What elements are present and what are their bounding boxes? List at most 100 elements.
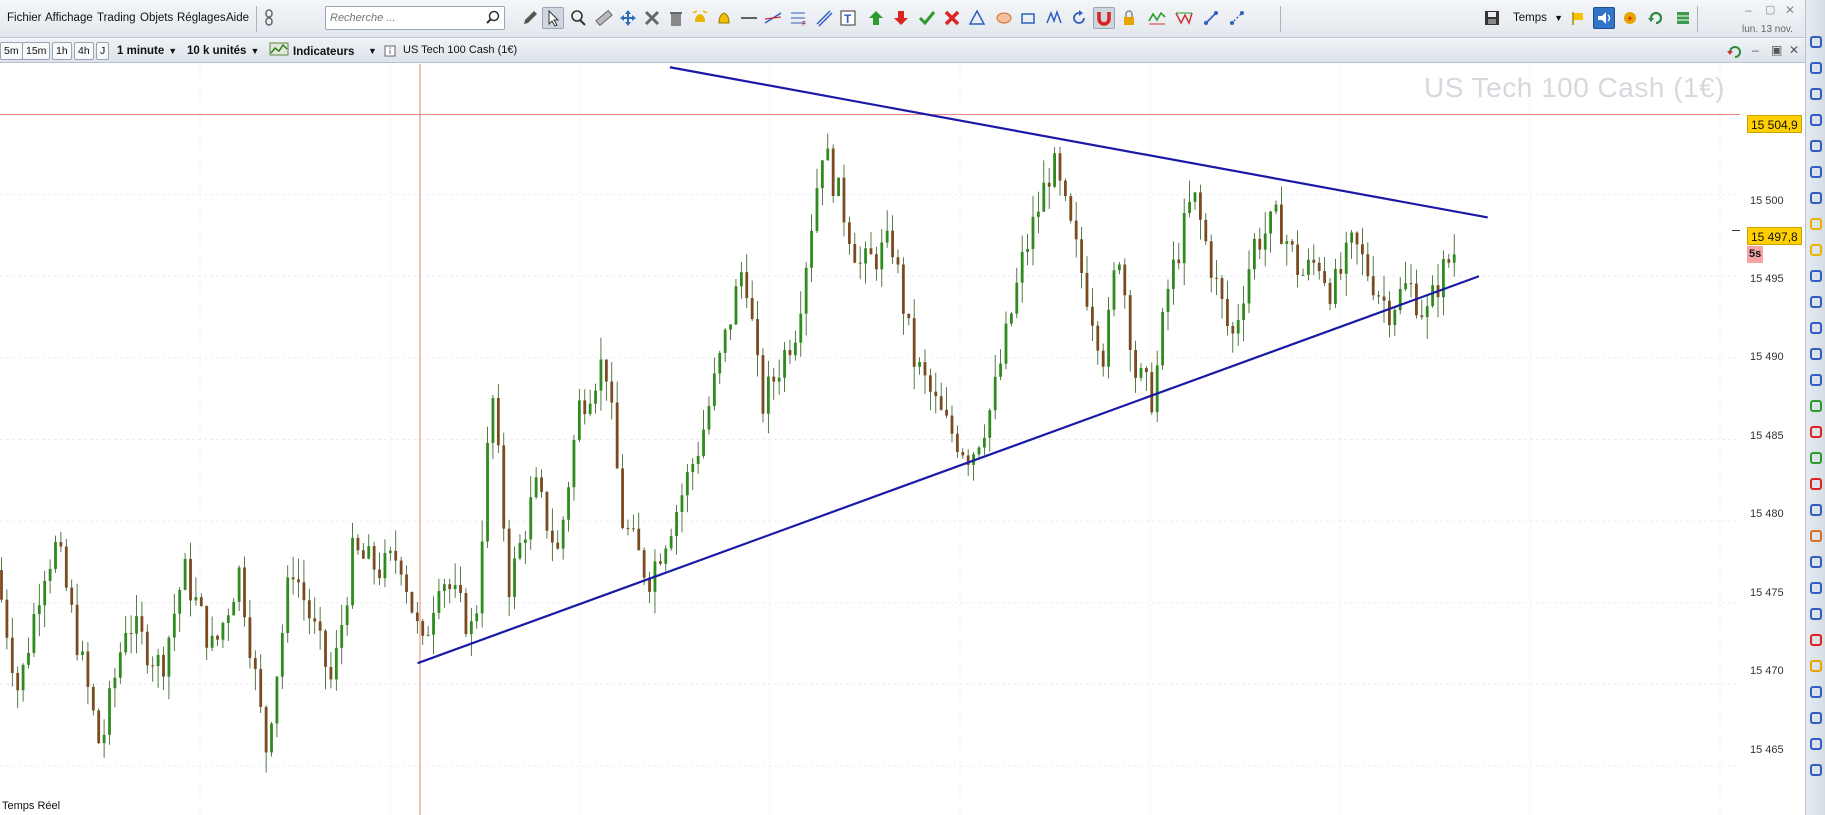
save-icon[interactable]	[1481, 7, 1503, 29]
channel-icon[interactable]	[813, 7, 835, 29]
ruler-icon[interactable]	[593, 7, 615, 29]
candle-body	[1182, 213, 1186, 264]
chart-area[interactable]: US Tech 100 Cash (1€) Temps Réel	[0, 64, 1805, 815]
restore-icon[interactable]: ▢	[1765, 3, 1775, 16]
menu-trading[interactable]: Trading	[97, 12, 136, 24]
close-chart-icon[interactable]: ✕	[1789, 43, 1799, 57]
ellipse-icon[interactable]	[993, 7, 1015, 29]
lock-icon[interactable]	[1118, 7, 1140, 29]
tools-icon[interactable]	[1807, 163, 1825, 181]
menu-objets[interactable]: Objets	[140, 12, 173, 24]
triangle-icon[interactable]	[1807, 501, 1825, 519]
text-icon[interactable]	[1807, 371, 1825, 389]
triangle-icon[interactable]	[966, 7, 988, 29]
channel-icon[interactable]	[1807, 345, 1825, 363]
search-box[interactable]	[325, 6, 505, 30]
rectangle-icon[interactable]	[1017, 7, 1039, 29]
zigzag-icon[interactable]	[1807, 709, 1825, 727]
candle-body	[313, 618, 317, 622]
text-icon[interactable]: T	[837, 7, 859, 29]
restore-chart-icon[interactable]: ▣	[1771, 43, 1782, 57]
search-input[interactable]	[330, 8, 480, 28]
cross-icon[interactable]	[941, 7, 963, 29]
dotted-link-icon[interactable]	[1807, 761, 1825, 779]
buy-arrow-icon[interactable]	[865, 7, 887, 29]
sound-icon[interactable]	[1593, 7, 1615, 29]
trend-line-icon[interactable]	[1807, 293, 1825, 311]
menu-fichier[interactable]: Fichier	[7, 12, 42, 24]
link-icon[interactable]	[1807, 735, 1825, 753]
chevron-down-icon[interactable]: ▼	[364, 42, 377, 60]
menu-reglages[interactable]: Réglages	[177, 12, 226, 24]
trend-line-icon[interactable]	[762, 7, 784, 29]
cursor-icon[interactable]	[542, 7, 564, 29]
pencil-icon[interactable]	[1807, 33, 1825, 51]
menu-aide[interactable]: Aide	[226, 12, 249, 24]
cross-icon[interactable]	[1807, 475, 1825, 493]
tools-icon[interactable]	[641, 7, 663, 29]
close-icon[interactable]: ✕	[1785, 3, 1795, 17]
search-icon[interactable]	[486, 10, 500, 27]
alert-manager-icon[interactable]	[689, 7, 711, 29]
bell-icon[interactable]	[1807, 241, 1825, 259]
lock-icon[interactable]	[1807, 657, 1825, 675]
fibonacci-icon[interactable]	[1807, 319, 1825, 337]
trash-icon[interactable]	[1807, 189, 1825, 207]
price-axis[interactable]: 15 500 15 495 15 490 15 485 15 480 15 47…	[1740, 64, 1805, 815]
sell-arrow-icon[interactable]	[1807, 423, 1825, 441]
minimize-icon[interactable]: –	[1745, 3, 1752, 17]
menu-affichage[interactable]: Affichage	[45, 12, 93, 24]
price-chart[interactable]	[0, 64, 1740, 815]
reset-icon[interactable]	[1068, 7, 1090, 29]
wave-icon[interactable]	[1146, 7, 1168, 29]
horizontal-line-icon[interactable]	[738, 7, 760, 29]
ruler-icon[interactable]	[1807, 111, 1825, 129]
move-icon[interactable]	[617, 7, 639, 29]
buy-arrow-icon[interactable]	[1807, 397, 1825, 415]
timeframe-4h[interactable]: 4h	[74, 42, 94, 60]
interval-dropdown[interactable]: 1 minute ▼	[117, 42, 177, 60]
check-icon[interactable]	[1807, 449, 1825, 467]
magnet-icon[interactable]	[1093, 7, 1115, 29]
wave-icon[interactable]	[1807, 683, 1825, 701]
dotted-link-icon[interactable]	[1226, 7, 1248, 29]
pencil-icon[interactable]	[519, 7, 541, 29]
reset-icon[interactable]	[1807, 605, 1825, 623]
instrument-info-icon[interactable]	[384, 45, 396, 60]
rectangle-icon[interactable]	[1807, 553, 1825, 571]
refresh-icon[interactable]	[1645, 7, 1667, 29]
timeframe-15m[interactable]: 15m	[22, 42, 51, 60]
alert-manager-icon[interactable]	[1807, 215, 1825, 233]
flag-icon[interactable]	[1567, 7, 1589, 29]
grid-icon[interactable]	[1672, 7, 1694, 29]
horizontal-line-icon[interactable]	[1807, 267, 1825, 285]
move-icon[interactable]	[1807, 137, 1825, 155]
sell-arrow-icon[interactable]	[890, 7, 912, 29]
timeframe-1h[interactable]: 1h	[52, 42, 72, 60]
zoom-icon[interactable]	[567, 7, 589, 29]
timeframe-5m[interactable]: 5m	[0, 42, 23, 60]
zoom-icon[interactable]	[1807, 85, 1825, 103]
refresh-chart-icon[interactable]	[1727, 43, 1745, 62]
check-icon[interactable]	[916, 7, 938, 29]
units-dropdown[interactable]: 10 k unités ▼	[187, 42, 259, 60]
candle-body	[556, 542, 560, 549]
fibonacci-icon[interactable]: F	[788, 7, 810, 29]
candle-body	[372, 546, 376, 570]
pattern-icon[interactable]	[1807, 579, 1825, 597]
magnet-icon[interactable]	[1807, 631, 1825, 649]
indicators-button[interactable]: Indicateurs	[269, 42, 354, 60]
zigzag-icon[interactable]	[1173, 7, 1195, 29]
bell-icon[interactable]	[713, 7, 735, 29]
minimize-chart-icon[interactable]: –	[1752, 43, 1759, 57]
trash-icon[interactable]	[665, 7, 687, 29]
candle-body	[950, 415, 954, 434]
link-chain-icon[interactable]	[263, 7, 275, 29]
add-alert-icon[interactable]: +	[1619, 7, 1641, 29]
link-icon[interactable]	[1200, 7, 1222, 29]
time-dropdown[interactable]: Temps ▼	[1513, 12, 1563, 24]
pattern-icon[interactable]	[1043, 7, 1065, 29]
ellipse-icon[interactable]	[1807, 527, 1825, 545]
cursor-icon[interactable]	[1807, 59, 1825, 77]
timeframe-daily[interactable]: J	[96, 42, 110, 60]
